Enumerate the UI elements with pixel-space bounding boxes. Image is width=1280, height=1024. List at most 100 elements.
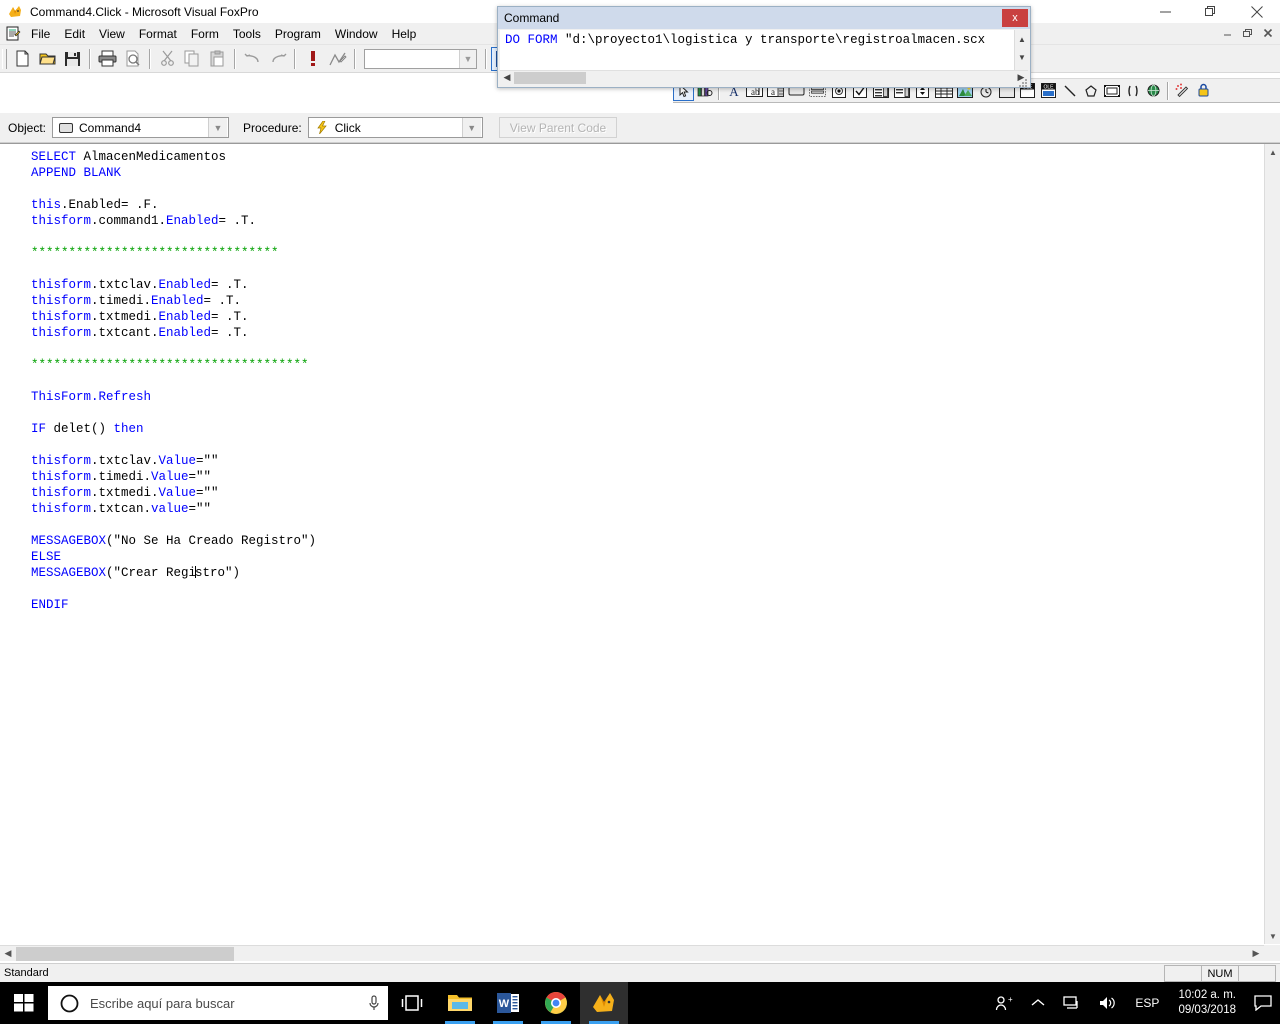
action-center-icon[interactable] (1246, 982, 1280, 1024)
toolbar-grip[interactable] (2, 48, 7, 69)
chevron-down-icon[interactable]: ▼ (459, 49, 476, 68)
mdi-close-icon[interactable] (1258, 24, 1278, 42)
code-token: Value (151, 470, 189, 484)
code-token: delet (53, 422, 92, 436)
code-text[interactable]: SELECT AlmacenMedicamentos APPEND BLANK t… (1, 145, 1264, 945)
menu-format[interactable]: Format (132, 24, 184, 44)
network-icon[interactable] (1054, 982, 1090, 1024)
separator-icon[interactable] (1122, 80, 1143, 101)
run-exclamation-icon[interactable] (300, 47, 325, 71)
hscroll-thumb[interactable] (16, 946, 234, 961)
command-window-titlebar[interactable]: Command x (498, 7, 1030, 29)
cut-scissors-icon[interactable] (155, 47, 180, 71)
code-token: .timedi. (91, 470, 152, 484)
command-window-body[interactable]: DO FORM "d:\proyecto1\logistica y transp… (500, 30, 1028, 70)
command-vertical-scrollbar[interactable]: ▲ ▼ (1014, 30, 1028, 70)
ole-bound-icon[interactable]: OLE (1038, 80, 1059, 101)
mdi-minimize-icon[interactable] (1218, 24, 1238, 42)
command-hscroll-thumb[interactable] (514, 71, 586, 84)
command-horizontal-scrollbar[interactable]: ◀ ▶ (500, 70, 1028, 84)
microphone-icon[interactable] (360, 994, 388, 1012)
menu-window[interactable]: Window (328, 24, 385, 44)
chevron-down-icon[interactable]: ▼ (461, 118, 481, 137)
people-icon[interactable]: + (986, 982, 1022, 1024)
document-icon[interactable] (2, 24, 24, 44)
chevron-down-icon[interactable]: ▼ (208, 118, 228, 137)
windows-start-icon[interactable] (0, 982, 48, 1024)
code-token: .txtclav. (91, 454, 159, 468)
task-view-icon[interactable] (388, 982, 436, 1024)
procedure-combo[interactable]: Click ▼ (307, 117, 483, 138)
search-box[interactable]: Escribe aquí para buscar (48, 986, 388, 1020)
command-keyword: DO FORM (505, 33, 558, 47)
paste-icon[interactable] (205, 47, 230, 71)
menu-program[interactable]: Program (268, 24, 328, 44)
chrome-icon[interactable] (532, 982, 580, 1024)
editor-vertical-scrollbar[interactable]: ▲ ▼ (1264, 144, 1280, 944)
code-token: thisform (31, 454, 92, 468)
print-preview-icon[interactable] (120, 47, 145, 71)
mdi-restore-icon[interactable] (1238, 24, 1258, 42)
menu-tools[interactable]: Tools (226, 24, 268, 44)
menu-file[interactable]: File (24, 24, 57, 44)
code-editor: SELECT AlmacenMedicamentos APPEND BLANK t… (0, 143, 1280, 962)
command-line-text[interactable]: DO FORM "d:\proyecto1\logistica y transp… (500, 30, 1028, 48)
volume-icon[interactable] (1090, 982, 1126, 1024)
undo-icon[interactable] (240, 47, 265, 71)
hyperlink-icon[interactable] (1143, 80, 1164, 101)
code-token: ="" (188, 502, 212, 516)
code-token: ="" (196, 486, 219, 500)
code-token: Enabled (151, 294, 204, 308)
code-line: thisform.txtclav.Enabled= .T. (31, 277, 1264, 293)
print-icon[interactable] (95, 47, 120, 71)
menu-help[interactable]: Help (385, 24, 424, 44)
code-token: value (151, 502, 189, 516)
object-combo-value: Command4 (79, 120, 142, 135)
foxpro-icon[interactable] (580, 982, 628, 1024)
save-disk-icon[interactable] (60, 47, 85, 71)
code-line: ThisForm.Refresh (31, 389, 1264, 405)
clock[interactable]: 10:02 a. m. 09/03/2018 (1168, 988, 1246, 1018)
builder-lock-icon[interactable] (1172, 80, 1193, 101)
menu-view[interactable]: View (92, 24, 132, 44)
code-line: ********************************* (31, 245, 1264, 261)
menu-edit[interactable]: Edit (57, 24, 92, 44)
new-icon[interactable] (10, 47, 35, 71)
resize-grip[interactable] (1264, 945, 1280, 961)
word-icon[interactable]: W (484, 982, 532, 1024)
code-token: Enabled (158, 310, 212, 324)
open-folder-icon[interactable] (35, 47, 60, 71)
command-resize-grip[interactable] (1018, 75, 1028, 87)
scroll-left-icon[interactable]: ◀ (0, 946, 16, 962)
scroll-right-icon[interactable]: ▶ (1248, 946, 1264, 962)
line-icon[interactable] (1059, 80, 1080, 101)
object-combo[interactable]: Command4 ▼ (52, 117, 230, 138)
search-input[interactable]: Escribe aquí para buscar (82, 996, 360, 1011)
scroll-up-icon[interactable]: ▲ (1265, 144, 1280, 160)
container-icon[interactable] (1101, 80, 1122, 101)
code-token: thisform (31, 470, 92, 484)
button-lock-icon[interactable] (1193, 80, 1214, 101)
close-icon[interactable] (1234, 0, 1280, 23)
view-parent-code-button: View Parent Code (498, 117, 618, 138)
toolbar-combo[interactable]: ▼ (364, 48, 477, 69)
scroll-left-icon[interactable]: ◀ (500, 71, 514, 85)
modify-form-icon[interactable] (325, 47, 350, 71)
copy-icon[interactable] (180, 47, 205, 71)
scroll-down-icon[interactable]: ▼ (1265, 928, 1280, 944)
command-window[interactable]: Command x DO FORM "d:\proyecto1\logistic… (497, 6, 1031, 88)
file-explorer-icon[interactable] (436, 982, 484, 1024)
close-icon[interactable]: x (1002, 9, 1028, 27)
shape-icon[interactable] (1080, 80, 1101, 101)
redo-icon[interactable] (265, 47, 290, 71)
menu-form[interactable]: Form (184, 24, 226, 44)
editor-horizontal-scrollbar[interactable]: ◀ ▶ (0, 945, 1264, 961)
restore-icon[interactable] (1188, 0, 1234, 23)
scroll-down-icon[interactable]: ▼ (1015, 48, 1028, 66)
scroll-up-icon[interactable]: ▲ (1015, 30, 1028, 48)
language-indicator[interactable]: ESP (1126, 982, 1168, 1024)
show-hidden-icons-icon[interactable] (1022, 982, 1054, 1024)
minimize-icon[interactable] (1142, 0, 1188, 23)
